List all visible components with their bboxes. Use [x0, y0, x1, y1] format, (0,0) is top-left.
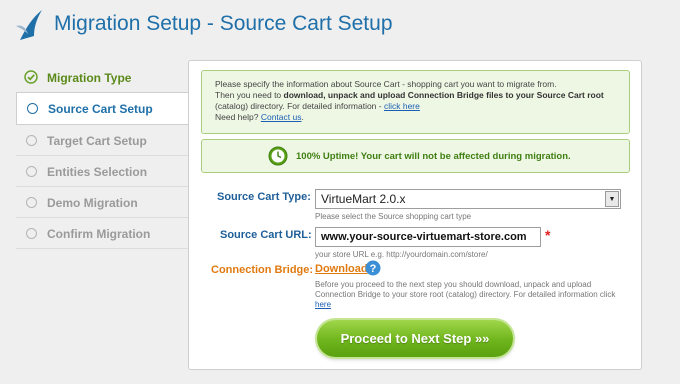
circle-icon	[26, 228, 37, 239]
step-label: Entities Selection	[47, 165, 148, 179]
header: Migration Setup - Source Cart Setup	[0, 0, 680, 50]
page-title: Migration Setup - Source Cart Setup	[54, 12, 393, 35]
circle-icon	[26, 197, 37, 208]
contact-us-link[interactable]: Contact us	[261, 112, 302, 122]
steps-sidebar: Migration Type Source Cart Setup Target …	[16, 62, 188, 249]
proceed-next-step-button[interactable]: Proceed to Next Step »»	[317, 320, 513, 357]
step-confirm-migration[interactable]: Confirm Migration	[16, 218, 188, 249]
source-url-input[interactable]: www.your-source-virtuemart-store.com	[315, 227, 541, 247]
help-question-icon[interactable]: ?	[365, 260, 381, 276]
check-circle-icon	[24, 70, 38, 84]
clock-icon	[268, 146, 288, 166]
step-label: Source Cart Setup	[48, 102, 153, 116]
main-panel: Please specify the information about Sou…	[188, 60, 642, 370]
step-label: Demo Migration	[47, 196, 138, 210]
info-box: Please specify the information about Sou…	[201, 70, 630, 134]
bird-logo-icon	[16, 10, 42, 40]
download-bridge-link[interactable]: Download	[315, 263, 368, 275]
info-line: Then you need to download, unpack and up…	[215, 90, 604, 100]
info-line: (catalog) directory. For detailed inform…	[215, 101, 420, 111]
source-type-value: VirtueMart 2.0.x	[321, 192, 406, 206]
step-source-cart-setup[interactable]: Source Cart Setup	[16, 92, 188, 125]
step-label: Migration Type	[47, 71, 132, 85]
dropdown-arrow-icon[interactable]: ▼	[605, 191, 619, 207]
step-label: Confirm Migration	[47, 227, 151, 241]
uptime-banner: 100% Uptime! Your cart will not be affec…	[201, 139, 630, 173]
source-url-label: Source Cart URL:	[220, 229, 312, 241]
click-here-link[interactable]: click here	[384, 101, 420, 111]
step-target-cart-setup[interactable]: Target Cart Setup	[16, 125, 188, 156]
step-migration-type[interactable]: Migration Type	[16, 62, 188, 93]
circle-icon	[26, 135, 37, 146]
step-label: Target Cart Setup	[47, 134, 147, 148]
info-line: Please specify the information about Sou…	[215, 79, 557, 89]
circle-icon	[26, 166, 37, 177]
uptime-text: 100% Uptime! Your cart will not be affec…	[296, 151, 571, 162]
bridge-description: Before you proceed to the next step you …	[315, 280, 616, 309]
help-line: Need help? Contact us.	[215, 112, 304, 122]
bridge-here-link[interactable]: here	[315, 300, 331, 309]
circle-icon	[27, 103, 38, 114]
step-entities-selection[interactable]: Entities Selection	[16, 156, 188, 187]
svg-text:?: ?	[370, 263, 377, 275]
info-bold-text: download, unpack and upload Connection B…	[283, 90, 604, 100]
source-url-hint: your store URL e.g. http://yourdomain.co…	[315, 250, 488, 259]
required-asterisk: *	[545, 227, 551, 243]
source-type-label: Source Cart Type:	[217, 191, 311, 203]
step-demo-migration[interactable]: Demo Migration	[16, 187, 188, 218]
source-type-select[interactable]: VirtueMart 2.0.x ▼	[315, 189, 621, 209]
source-type-hint: Please select the Source shopping cart t…	[315, 212, 472, 221]
connection-bridge-label: Connection Bridge:	[211, 264, 314, 276]
